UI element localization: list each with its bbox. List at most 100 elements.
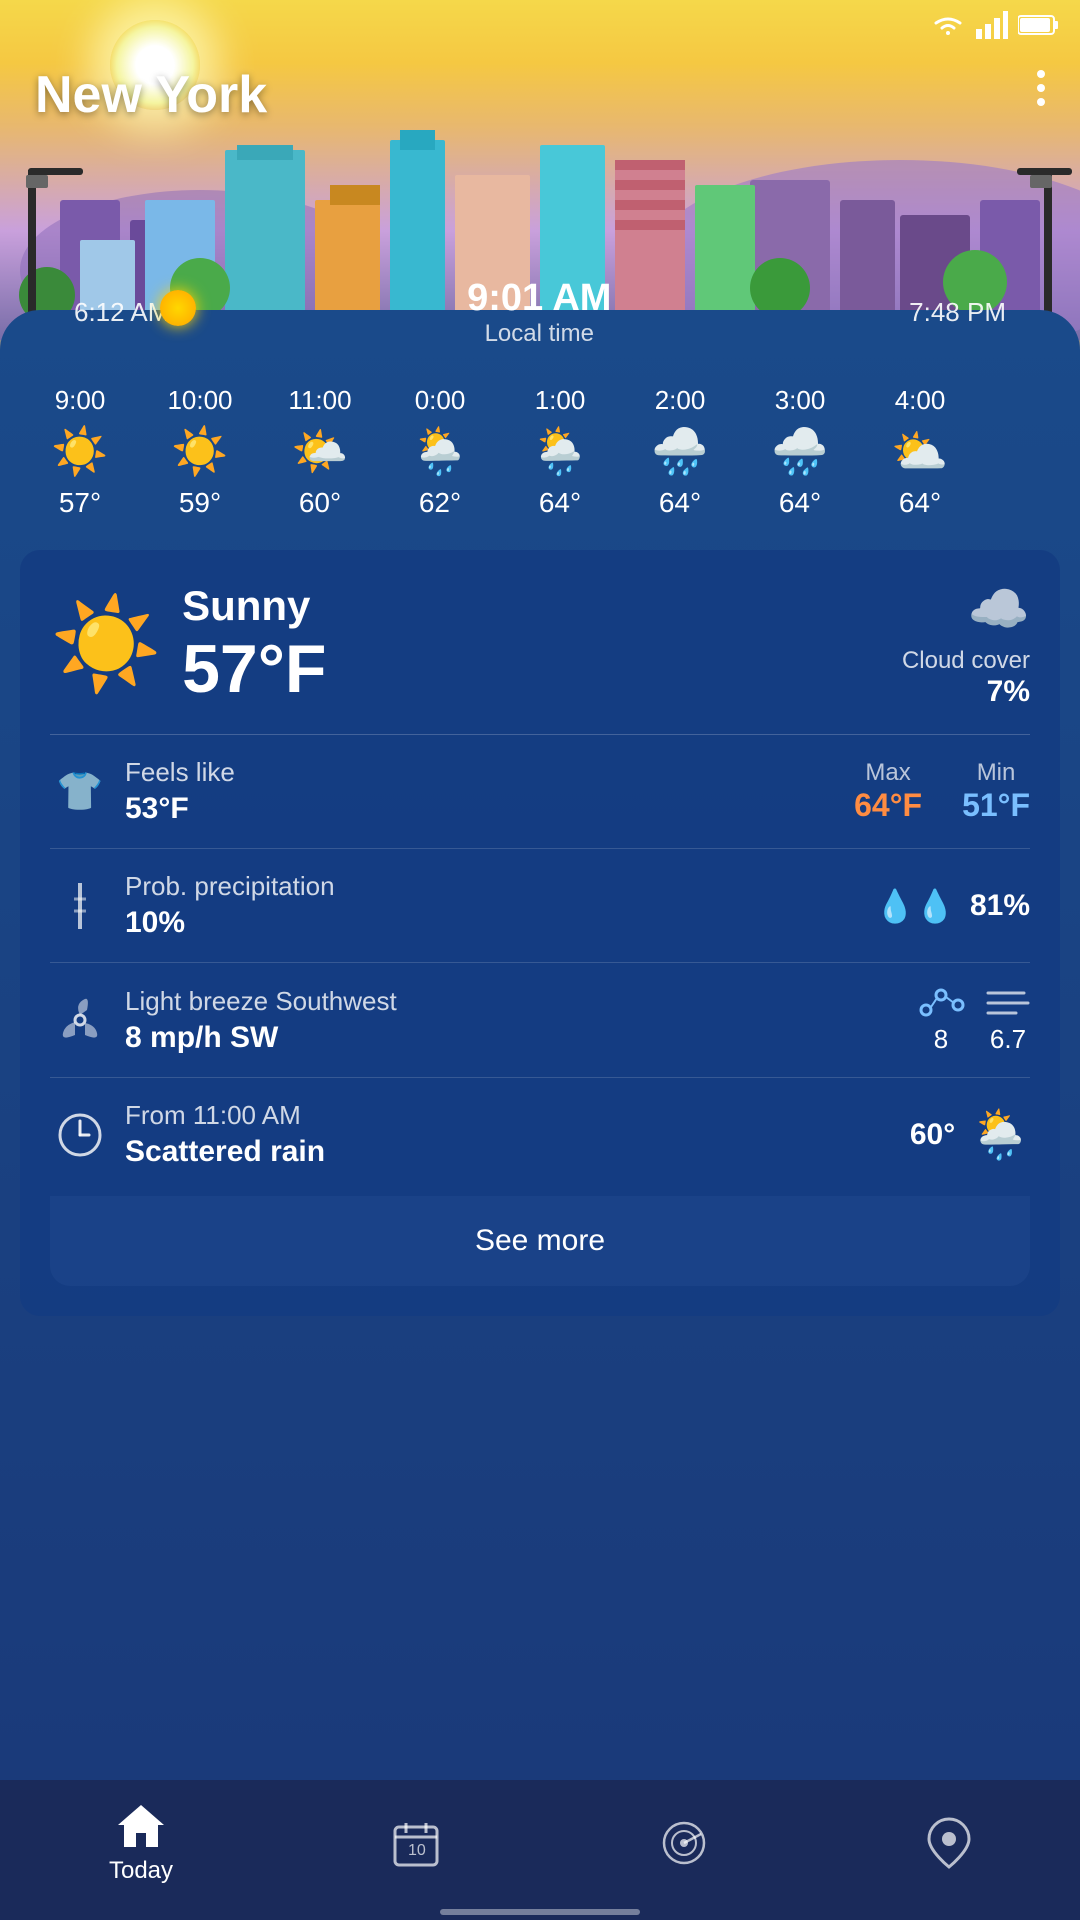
nav-location[interactable]: [927, 1817, 971, 1869]
current-time: 9:01 AM: [467, 277, 611, 320]
sunset-time: 7:48 PM: [909, 297, 1006, 328]
hour-temp: 60°: [299, 487, 341, 519]
current-description: Sunny 57°F: [182, 582, 326, 708]
cloud-icon: ☁️: [902, 580, 1030, 639]
hour-item-2[interactable]: 11:00 🌤️ 60°: [260, 385, 380, 519]
current-temperature: 57°F: [182, 630, 326, 708]
hour-weather-icon: 🌧️: [771, 424, 828, 479]
humidity-value: 81%: [970, 889, 1030, 923]
more-dot-1: [1037, 70, 1045, 78]
condition-label: Sunny: [182, 582, 326, 630]
max-label: Max: [854, 759, 922, 787]
hour-weather-icon: ⛅: [891, 424, 948, 479]
hour-weather-icon: 🌦️: [531, 424, 588, 479]
forecast-condition: Scattered rain: [125, 1135, 910, 1169]
humidity-section: 💧💧 81%: [875, 887, 1030, 925]
hour-temp: 62°: [419, 487, 461, 519]
hour-item-4[interactable]: 1:00 🌦️ 64°: [500, 385, 620, 519]
hour-item-0[interactable]: 9:00 ☀️ 57°: [20, 385, 140, 519]
hour-item-6[interactable]: 3:00 🌧️ 64°: [740, 385, 860, 519]
current-condition-section: ☀️ Sunny 57°F: [50, 582, 326, 708]
hour-label: 9:00: [55, 385, 106, 416]
hour-label: 11:00: [288, 385, 351, 416]
signal-icon: [976, 11, 1008, 39]
cloud-cover-section: ☁️ Cloud cover 7%: [902, 580, 1030, 709]
hour-item-7[interactable]: 4:00 ⛅ 64°: [860, 385, 980, 519]
precip-label: Prob. precipitation: [125, 871, 875, 902]
home-icon: [116, 1801, 166, 1849]
max-min-section: Max 64°F Min 51°F: [854, 759, 1030, 824]
forecast-info: From 11:00 AM Scattered rain: [125, 1100, 910, 1169]
hour-weather-icon: 🌦️: [411, 424, 468, 479]
sun-position-indicator: [160, 290, 196, 326]
feels-like-label: Feels like: [125, 757, 854, 788]
forecast-row: From 11:00 AM Scattered rain 60° 🌦️: [50, 1078, 1030, 1191]
wind-info: Light breeze Southwest 8 mp/h SW: [125, 986, 916, 1055]
hour-temp: 57°: [59, 487, 101, 519]
forecast-time-label: From 11:00 AM: [125, 1100, 910, 1131]
current-weather-panel: ☀️ Sunny 57°F ☁️ Cloud cover 7% 👕 Feels …: [20, 550, 1060, 1316]
feels-like-row: 👕 Feels like 53°F Max 64°F Min 51°F: [50, 735, 1030, 849]
hour-weather-icon: 🌧️: [651, 424, 708, 479]
hour-temp: 64°: [539, 487, 581, 519]
more-dot-3: [1037, 98, 1045, 106]
more-dot-2: [1037, 84, 1045, 92]
hour-weather-icon: ☀️: [171, 424, 228, 479]
precipitation-row: Prob. precipitation 10% 💧💧 81%: [50, 849, 1030, 963]
hour-temp: 64°: [659, 487, 701, 519]
hour-label: 10:00: [167, 385, 232, 416]
feels-like-info: Feels like 53°F: [125, 757, 854, 826]
hour-label: 0:00: [415, 385, 466, 416]
see-more-button[interactable]: See more: [50, 1196, 1030, 1286]
more-menu-button[interactable]: [1037, 70, 1045, 106]
precip-value: 10%: [125, 906, 875, 940]
radar-icon: [659, 1819, 709, 1867]
city-name: New York: [35, 65, 267, 125]
hour-label: 2:00: [655, 385, 706, 416]
nav-today[interactable]: Today: [109, 1801, 173, 1885]
forecast-temperature: 60°: [910, 1118, 955, 1152]
bottom-navigation: Today 10: [0, 1780, 1080, 1920]
wind-label: Light breeze Southwest: [125, 986, 916, 1017]
hourly-forecast-row: 9:00 ☀️ 57° 10:00 ☀️ 59° 11:00 🌤️ 60° 0:…: [0, 370, 1080, 534]
feels-like-value: 53°F: [125, 792, 854, 826]
status-bar: [0, 0, 1080, 50]
wind-value-1: 8: [934, 1024, 948, 1055]
sun-arc-header: 6:12 AM 9:01 AM Local time 7:48 PM: [54, 282, 1026, 342]
hour-label: 4:00: [895, 385, 946, 416]
wind-row: Light breeze Southwest 8 mp/h SW 8: [50, 963, 1030, 1078]
battery-icon: [1018, 14, 1060, 36]
wind-value-2: 6.7: [990, 1024, 1026, 1055]
forecast-weather-icon: 🌦️: [970, 1106, 1030, 1163]
svg-text:10: 10: [408, 1842, 426, 1859]
local-time-display: 9:01 AM Local time: [467, 277, 611, 348]
home-indicator: [440, 1909, 640, 1915]
cloud-cover-label: Cloud cover: [902, 647, 1030, 675]
today-label: Today: [109, 1857, 173, 1885]
hour-item-3[interactable]: 0:00 🌦️ 62°: [380, 385, 500, 519]
weather-card: 6:12 AM 9:01 AM Local time 7:48 PM 9:00 …: [0, 310, 1080, 1780]
wind-speed: 8 mp/h SW: [125, 1021, 916, 1055]
fan-icon: [50, 995, 110, 1045]
hour-temp: 64°: [899, 487, 941, 519]
hour-label: 3:00: [775, 385, 826, 416]
rain-gauge-icon: [50, 881, 110, 931]
sunrise-time: 6:12 AM: [74, 297, 169, 328]
current-weather-icon: ☀️: [50, 592, 162, 697]
hour-label: 1:00: [535, 385, 586, 416]
wifi-icon: [930, 11, 966, 39]
hour-temp: 64°: [779, 487, 821, 519]
shirt-icon: 👕: [50, 770, 110, 814]
forecast-temp-section: 60° 🌦️: [910, 1106, 1030, 1163]
cloud-cover-value: 7%: [902, 675, 1030, 709]
nav-calendar[interactable]: 10: [391, 1819, 441, 1867]
hour-item-5[interactable]: 2:00 🌧️ 64°: [620, 385, 740, 519]
calendar-icon: 10: [391, 1819, 441, 1867]
local-time-label: Local time: [485, 320, 594, 347]
location-icon: [927, 1817, 971, 1869]
hour-temp: 59°: [179, 487, 221, 519]
hour-weather-icon: ☀️: [51, 424, 108, 479]
hour-item-1[interactable]: 10:00 ☀️ 59°: [140, 385, 260, 519]
min-label: Min: [962, 759, 1030, 787]
nav-radar[interactable]: [659, 1819, 709, 1867]
